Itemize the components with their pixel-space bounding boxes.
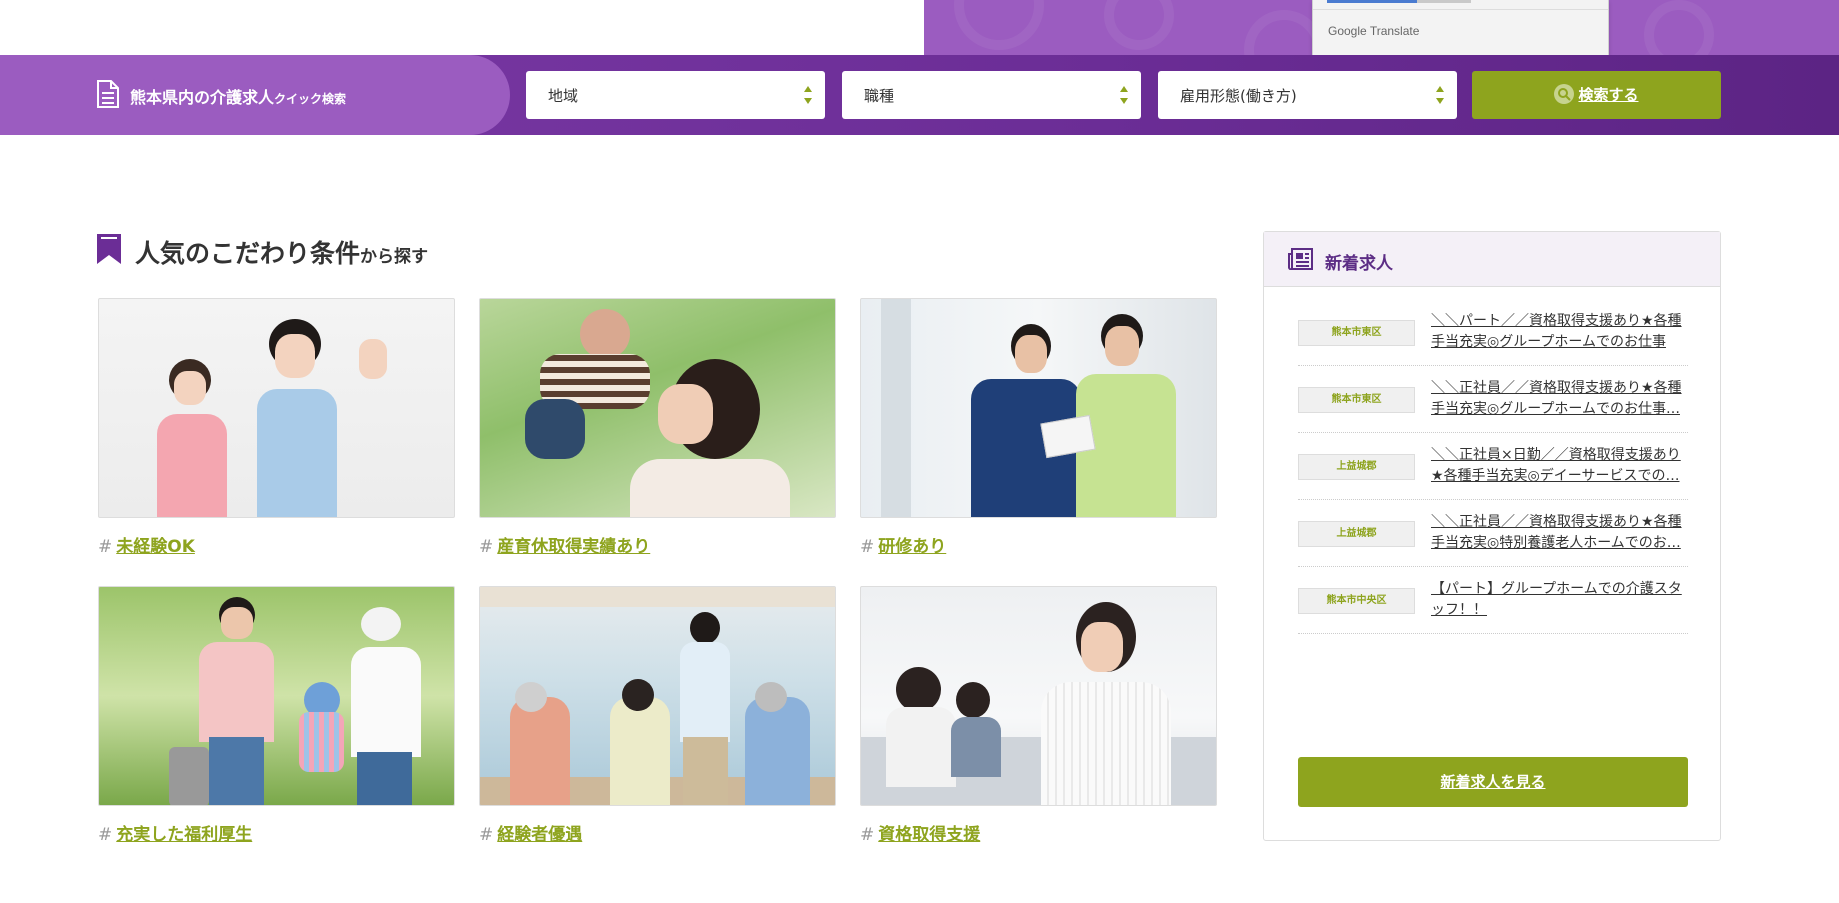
- job-title-link[interactable]: ＼＼正社員／／資格取得支援あり★各種手当充実◎グループホームでのお仕事…: [1431, 378, 1688, 420]
- category-card-qualification[interactable]: # 資格取得支援: [860, 586, 1217, 845]
- document-icon: [97, 80, 119, 108]
- hash-mark: #: [860, 825, 875, 845]
- category-card-training[interactable]: # 研修あり: [860, 298, 1217, 557]
- hash-mark: #: [479, 825, 494, 845]
- hash-mark: #: [479, 537, 494, 557]
- quick-search-title-small: クイック検索: [274, 92, 347, 106]
- category-photo[interactable]: [98, 586, 455, 806]
- hash-mark: #: [860, 537, 875, 557]
- region-select-value: 地域: [548, 87, 579, 105]
- view-new-jobs-label: 新着求人を見る: [1440, 773, 1546, 791]
- job-area-badge: 熊本市東区: [1298, 387, 1415, 413]
- view-new-jobs-button[interactable]: 新着求人を見る: [1298, 757, 1688, 807]
- bookmark-icon: [97, 234, 121, 264]
- job-area-badge: 上益城郡: [1298, 454, 1415, 480]
- job-area-badge: 熊本市中央区: [1298, 588, 1415, 614]
- google-translate-popup[interactable]: Google Translate: [1312, 0, 1609, 56]
- section-title: 人気のこだわり条件から探す: [135, 234, 428, 270]
- job-area-badge: 熊本市東区: [1298, 320, 1415, 346]
- new-jobs-panel: 新着求人 熊本市東区 ＼＼パート／／資格取得支援あり★各種手当充実◎グループホー…: [1263, 231, 1721, 841]
- google-translate-label: Google Translate: [1328, 24, 1420, 38]
- category-card-no-experience[interactable]: # 未経験OK: [98, 298, 455, 557]
- employment-type-select-value: 雇用形態(働き方): [1180, 87, 1297, 105]
- job-area-badge: 上益城郡: [1298, 521, 1415, 547]
- job-title-link[interactable]: ＼＼パート／／資格取得支援あり★各種手当充実◎グループホームでのお仕事で…: [1431, 311, 1688, 353]
- quick-search-title-main: 熊本県内の介護求人: [130, 88, 275, 107]
- category-card-parental-leave[interactable]: # 産育休取得実績あり: [479, 298, 836, 557]
- job-list-item[interactable]: 熊本市東区 ＼＼パート／／資格取得支援あり★各種手当充実◎グループホームでのお仕…: [1298, 299, 1688, 366]
- category-photo[interactable]: [860, 298, 1217, 518]
- new-jobs-header: 新着求人: [1264, 232, 1720, 287]
- category-link[interactable]: 未経験OK: [116, 537, 195, 557]
- category-photo[interactable]: [479, 586, 836, 806]
- job-list-item[interactable]: 上益城郡 ＼＼正社員×日勤／／資格取得支援あり★各種手当充実◎デイーサービスでの…: [1298, 433, 1688, 500]
- newspaper-icon: [1288, 248, 1313, 270]
- category-photo[interactable]: [98, 298, 455, 518]
- hash-mark: #: [98, 537, 113, 557]
- hash-mark: #: [98, 825, 113, 845]
- search-button[interactable]: 検索する: [1472, 71, 1721, 119]
- section-title-small: から探す: [360, 247, 429, 267]
- quick-search-title: 熊本県内の介護求人クイック検索: [130, 84, 346, 108]
- job-type-select-value: 職種: [864, 87, 895, 105]
- job-title-link[interactable]: ＼＼正社員×日勤／／資格取得支援あり★各種手当充実◎デイーサービスでの…: [1431, 445, 1688, 487]
- category-photo[interactable]: [860, 586, 1217, 806]
- select-arrows-icon: [804, 86, 812, 104]
- quick-search-bar: 熊本県内の介護求人クイック検索 地域 職種 雇用形態(働き方) 検索する: [0, 55, 1839, 135]
- region-select[interactable]: 地域: [526, 71, 825, 119]
- job-type-select[interactable]: 職種: [842, 71, 1141, 119]
- job-list-item[interactable]: 上益城郡 ＼＼正社員／／資格取得支援あり★各種手当充実◎特別養護老人ホームでのお…: [1298, 500, 1688, 567]
- search-button-label: 検索する: [1578, 86, 1639, 104]
- category-photo[interactable]: [479, 298, 836, 518]
- section-title-main: 人気のこだわり条件: [135, 239, 361, 268]
- category-card-experienced[interactable]: # 経験者優遇: [479, 586, 836, 845]
- category-link[interactable]: 充実した福利厚生: [116, 825, 252, 845]
- select-arrows-icon: [1436, 86, 1444, 104]
- job-list-item[interactable]: 熊本市東区 ＼＼正社員／／資格取得支援あり★各種手当充実◎グループホームでのお仕…: [1298, 366, 1688, 433]
- job-title-link[interactable]: 【パート】グループホームでの介護スタッフ！！: [1431, 579, 1688, 621]
- category-card-welfare[interactable]: # 充実した福利厚生: [98, 586, 455, 845]
- select-arrows-icon: [1120, 86, 1128, 104]
- employment-type-select[interactable]: 雇用形態(働き方): [1158, 71, 1457, 119]
- category-link[interactable]: 資格取得支援: [878, 825, 980, 845]
- new-jobs-title: 新着求人: [1325, 254, 1393, 274]
- job-title-link[interactable]: ＼＼正社員／／資格取得支援あり★各種手当充実◎特別養護老人ホームでのお…: [1431, 512, 1688, 554]
- job-list-item[interactable]: 熊本市中央区 【パート】グループホームでの介護スタッフ！！: [1298, 567, 1688, 634]
- category-link[interactable]: 経験者優遇: [497, 825, 582, 845]
- search-icon: [1554, 83, 1575, 104]
- category-link[interactable]: 研修あり: [878, 537, 946, 557]
- category-link[interactable]: 産育休取得実績あり: [497, 537, 650, 557]
